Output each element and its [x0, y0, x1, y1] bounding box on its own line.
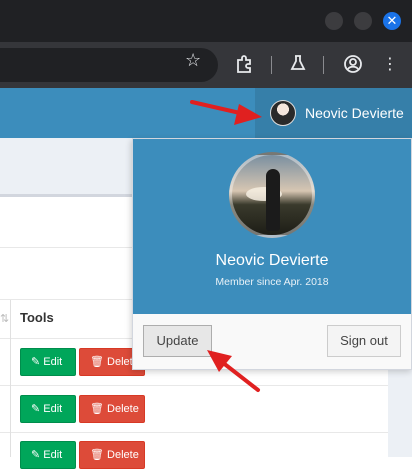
- delete-button[interactable]: 🗑 Delete: [79, 395, 145, 423]
- dropdown-user-name: Neovic Devierte: [215, 252, 329, 269]
- edit-label: Edit: [43, 449, 63, 461]
- user-avatar-small: [270, 100, 296, 126]
- maximize-button[interactable]: [354, 12, 372, 30]
- labs-flask-icon[interactable]: [287, 54, 309, 76]
- user-avatar-large: [229, 152, 315, 238]
- tools-column-header: Tools: [20, 310, 54, 325]
- divider: [0, 432, 388, 433]
- minimize-button[interactable]: [325, 12, 343, 30]
- avatar-photo-person: [266, 169, 280, 231]
- delete-label: Delete: [107, 403, 139, 415]
- browser-toolbar: ☆ ⋮: [0, 42, 412, 88]
- close-icon: ✕: [386, 13, 398, 28]
- edit-label: Edit: [43, 356, 63, 368]
- divider: [0, 385, 388, 386]
- toolbar-separator: [271, 56, 272, 74]
- sort-icon[interactable]: ⇅: [0, 312, 9, 325]
- extensions-icon[interactable]: [233, 54, 255, 76]
- toolbar-separator: [323, 56, 324, 74]
- content-header: [0, 138, 132, 197]
- star-icon[interactable]: ☆: [185, 51, 201, 69]
- sign-out-button[interactable]: Sign out: [327, 325, 401, 357]
- close-window-button[interactable]: ✕: [383, 12, 401, 30]
- delete-label: Delete: [107, 449, 139, 461]
- delete-button[interactable]: 🗑 Delete: [79, 441, 145, 469]
- header-user-name: Neovic Devierte: [305, 105, 404, 121]
- profile-icon[interactable]: [342, 54, 364, 76]
- edit-button[interactable]: ✎ Edit: [20, 441, 76, 469]
- edit-button[interactable]: ✎ Edit: [20, 395, 76, 423]
- edit-label: Edit: [43, 403, 63, 415]
- more-menu-icon[interactable]: ⋮: [379, 54, 401, 76]
- member-since-text: Member since Apr. 2018: [215, 276, 329, 288]
- column-separator: [10, 300, 11, 457]
- browser-tab-strip: ✕: [0, 0, 412, 42]
- edit-button[interactable]: ✎ Edit: [20, 348, 76, 376]
- update-button[interactable]: Update: [143, 325, 212, 357]
